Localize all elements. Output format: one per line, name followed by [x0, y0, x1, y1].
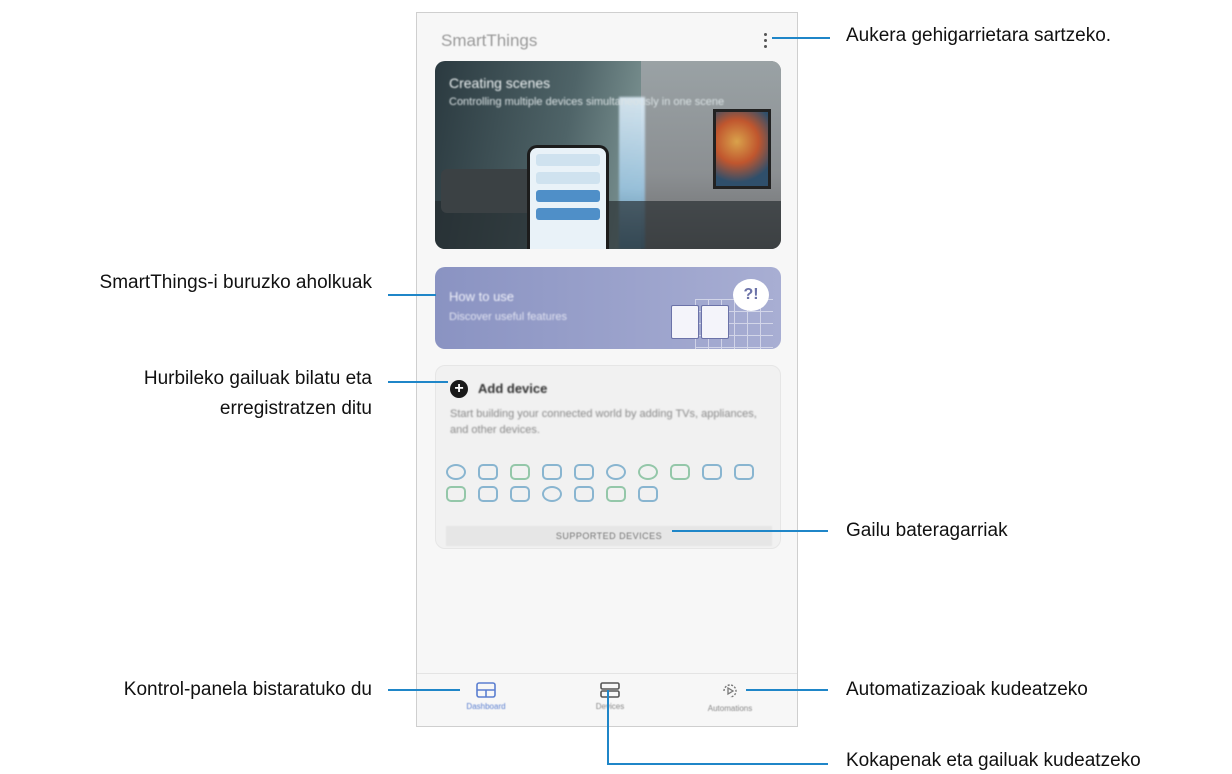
phone-illustration [527, 145, 609, 249]
tips-card[interactable]: How to use Discover useful features ?! [435, 267, 781, 349]
device-icon [574, 464, 594, 480]
add-device-card[interactable]: + Add device Start building your connect… [435, 365, 781, 549]
callout-line [388, 689, 460, 691]
callout-more-options: Aukera gehigarrietara sartzeko. [846, 25, 1112, 46]
callout-line [746, 689, 828, 691]
device-icon [478, 486, 498, 502]
supported-devices-button[interactable]: SUPPORTED DEVICES [446, 526, 772, 546]
tab-devices[interactable]: Devices [565, 682, 655, 711]
add-icon[interactable]: + [450, 380, 468, 398]
device-icon [446, 464, 466, 480]
painting-image [713, 109, 771, 189]
add-device-description: Start building your connected world by a… [450, 408, 757, 436]
device-icon [702, 464, 722, 480]
callout-nearby-line1: Hurbileko gailuak bilatu eta [143, 368, 372, 389]
device-icon [670, 464, 690, 480]
device-icon [574, 486, 594, 502]
callout-line [388, 294, 436, 296]
add-device-title: Add device [478, 381, 548, 396]
more-dot-icon [763, 44, 767, 48]
more-dot-icon [763, 38, 767, 42]
device-icon [478, 464, 498, 480]
device-icon [542, 464, 562, 480]
device-icon [510, 464, 530, 480]
book-icon [671, 305, 729, 339]
callout-nearby-line2: erregistratzen ditu [219, 398, 372, 419]
banner-subtitle: Controlling multiple devices simultaneou… [449, 96, 725, 108]
banner-title: Creating scenes [449, 75, 551, 91]
tab-automations[interactable]: Automations [685, 682, 775, 713]
devices-icon [600, 682, 620, 698]
callout-line [607, 763, 828, 765]
device-icon [734, 464, 754, 480]
device-icon [510, 486, 530, 502]
callout-locations: Kokapenak eta gailuak kudeatzeko [846, 750, 1141, 771]
tab-dashboard-label: Dashboard [466, 702, 506, 711]
dashboard-icon [476, 682, 496, 698]
callout-line [772, 37, 830, 39]
callout-automations: Automatizazioak kudeatzeko [846, 679, 1088, 700]
automations-icon [723, 684, 737, 698]
device-icon [606, 464, 626, 480]
device-icon [542, 486, 562, 502]
tips-subtitle: Discover useful features [449, 311, 567, 323]
device-icon [638, 464, 658, 480]
device-icon [606, 486, 626, 502]
callout-tips: SmartThings-i buruzko aholkuak [99, 272, 372, 293]
callout-dashboard: Kontrol-panela bistaratuko du [123, 679, 372, 700]
tab-dashboard[interactable]: Dashboard [441, 682, 531, 711]
tab-devices-label: Devices [595, 702, 625, 711]
callout-line [672, 530, 828, 532]
device-type-icons [446, 464, 774, 502]
phone-screen: SmartThings Creating scenes Controlling … [416, 12, 798, 727]
app-title: SmartThings [441, 31, 538, 50]
more-dot-icon [763, 32, 767, 36]
more-options-button[interactable] [757, 29, 773, 51]
callout-compatible: Gailu bateragarriak [846, 520, 1008, 541]
scenes-banner[interactable]: Creating scenes Controlling multiple dev… [435, 61, 781, 249]
callout-line [607, 690, 609, 765]
tips-title: How to use [449, 289, 515, 304]
device-icon [446, 486, 466, 502]
question-bubble-icon: ?! [733, 279, 769, 311]
tab-automations-label: Automations [707, 704, 753, 713]
device-icon [638, 486, 658, 502]
callout-line [388, 381, 448, 383]
